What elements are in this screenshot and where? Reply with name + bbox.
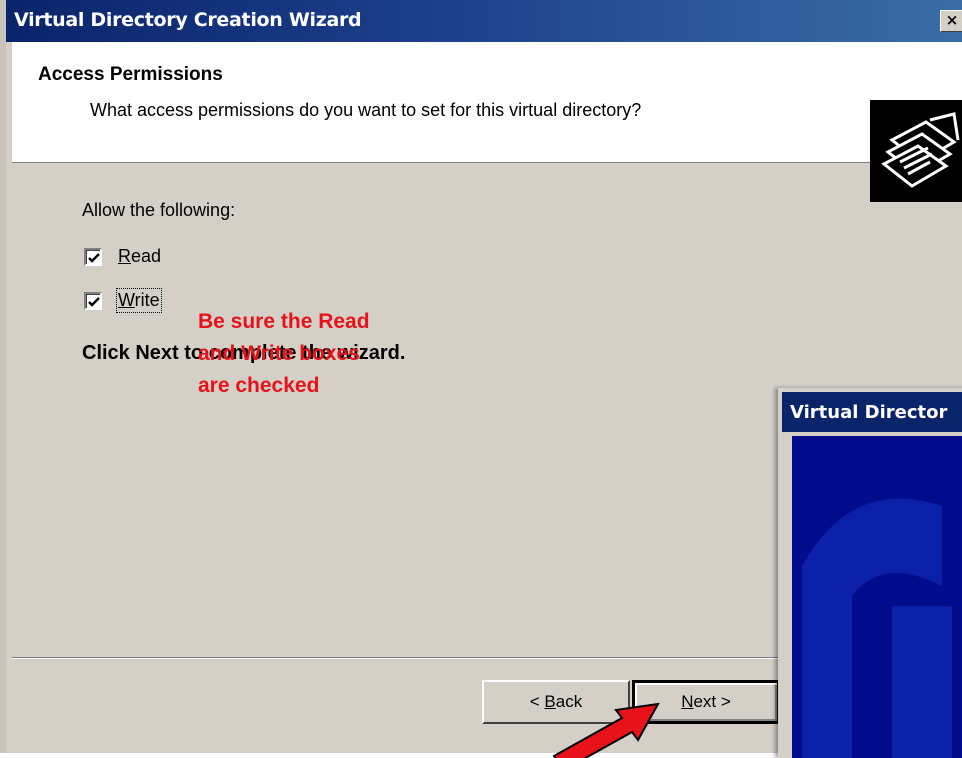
check-icon [88, 253, 100, 263]
close-button[interactable]: × [940, 10, 962, 32]
overlay-window-title: Virtual Director [790, 402, 948, 423]
pointer-arrow-icon [552, 702, 660, 758]
read-label[interactable]: Read [118, 246, 161, 267]
close-icon: × [945, 11, 959, 29]
annotation-line: Be sure the Read [198, 310, 370, 333]
overlay-title-bar[interactable]: Virtual Director [782, 392, 962, 432]
check-icon [88, 297, 100, 307]
read-checkbox[interactable] [84, 248, 102, 266]
title-bar[interactable]: Virtual Directory Creation Wizard × [6, 0, 962, 42]
wizard-folder-icon [870, 100, 962, 202]
annotation-line: and Write boxes [198, 342, 360, 365]
overlay-wizard-window[interactable]: Virtual Director [778, 388, 962, 758]
overlay-welcome-graphic [792, 436, 962, 758]
page-subtitle: What access permissions do you want to s… [90, 100, 642, 120]
window-title: Virtual Directory Creation Wizard [14, 9, 362, 31]
allow-label: Allow the following: [82, 200, 236, 220]
page-title: Access Permissions [38, 64, 223, 85]
write-checkbox[interactable] [84, 292, 102, 310]
annotation-callout: Be sure the Read and Write boxes are che… [198, 306, 370, 402]
annotation-line: are checked [198, 374, 320, 397]
wizard-header: Access Permissions What access permissio… [12, 42, 962, 202]
write-label[interactable]: Write [116, 288, 162, 313]
